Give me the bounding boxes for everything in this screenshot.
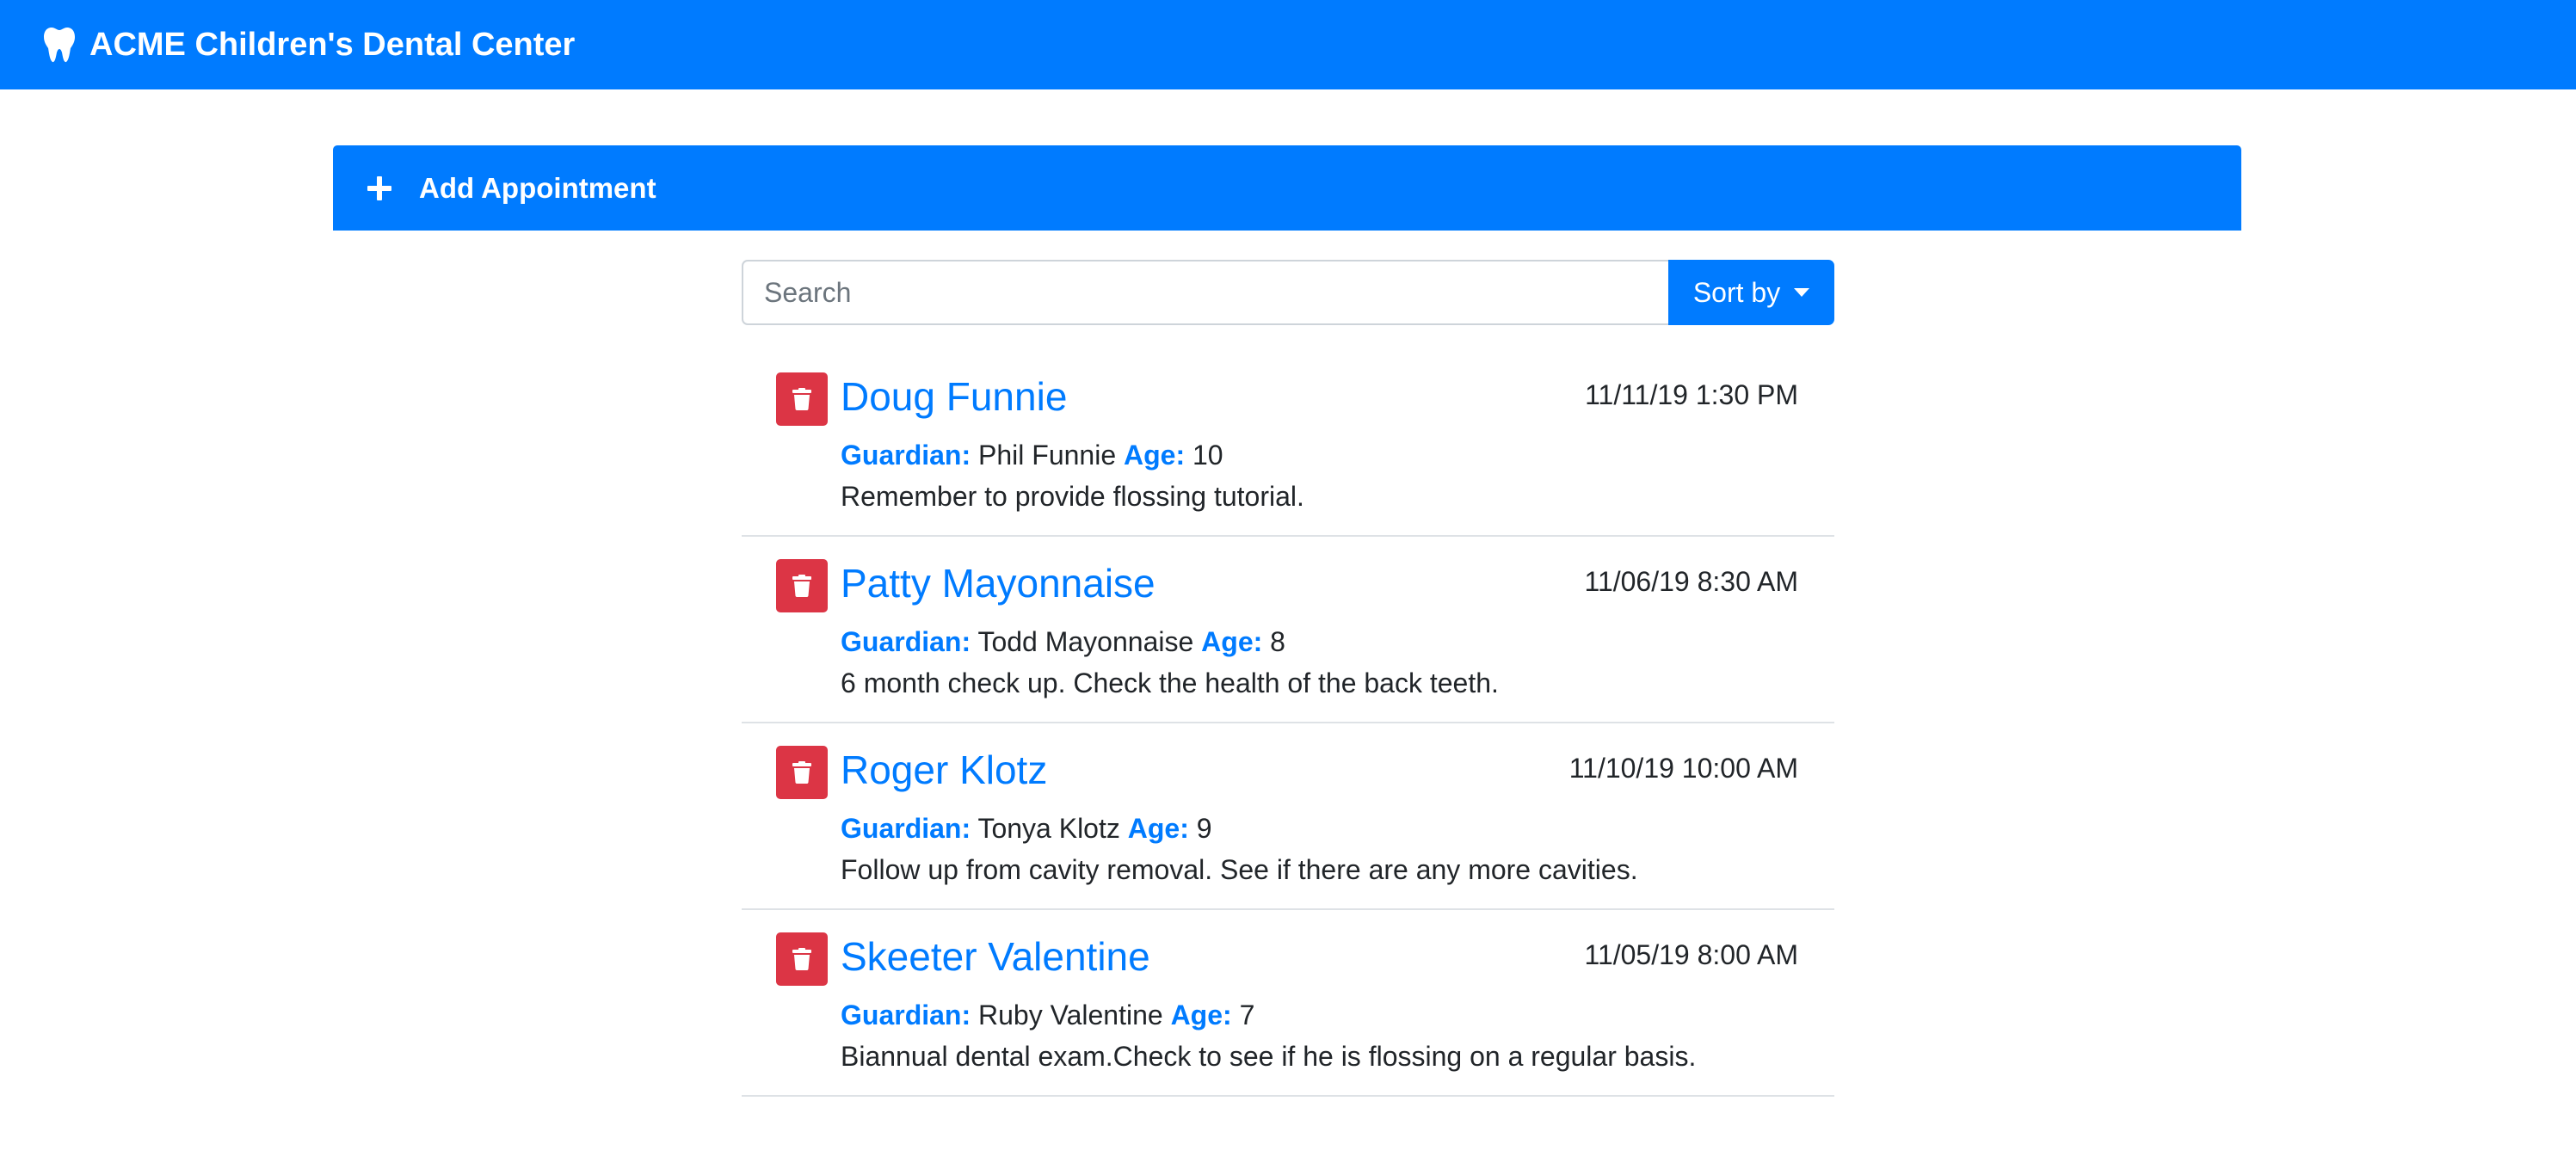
trash-icon <box>792 948 811 970</box>
appointment-notes: Biannual dental exam.Check to see if he … <box>841 1041 1697 1072</box>
appointment-date: 11/10/19 10:00 AM <box>1568 753 1798 784</box>
appointment-notes: Follow up from cavity removal. See if th… <box>841 854 1638 885</box>
plus-icon <box>367 175 391 200</box>
patient-name: Patty Mayonnaise <box>841 561 1156 606</box>
caret-down-icon <box>1794 288 1810 297</box>
trash-icon <box>792 388 811 410</box>
delete-button[interactable] <box>776 559 828 612</box>
appointment-date: 11/11/19 1:30 PM <box>1585 379 1798 410</box>
appointment-notes: 6 month check up. Check the health of th… <box>841 667 1499 698</box>
add-appointment-label: Add Appointment <box>419 171 656 204</box>
appointment-item: Doug Funnie 11/11/19 1:30 PM Guardian: P… <box>742 350 1834 537</box>
guardian-age-line: Guardian: Phil Funnie Age: 10 <box>841 438 1223 472</box>
brand-title[interactable]: ACME Children's Dental Center <box>89 27 575 64</box>
search-sort-group: Sort by <box>742 260 1834 325</box>
age-label: Age: <box>1201 626 1263 657</box>
add-appointment-button[interactable]: Add Appointment <box>333 145 2241 231</box>
age-value: 8 <box>1270 626 1285 657</box>
sort-by-dropdown-button[interactable]: Sort by <box>1668 260 1834 325</box>
age-value: 10 <box>1192 440 1223 471</box>
guardian-name: Ruby Valentine <box>978 1000 1163 1030</box>
guardian-age-line: Guardian: Tonya Klotz Age: 9 <box>841 811 1212 846</box>
patient-name: Skeeter Valentine <box>841 934 1150 979</box>
sort-by-label: Sort by <box>1692 276 1781 308</box>
age-label: Age: <box>1170 1000 1232 1030</box>
guardian-age-line: Guardian: Todd Mayonnaise Age: 8 <box>841 624 1285 659</box>
age-label: Age: <box>1124 440 1186 471</box>
age-label: Age: <box>1127 813 1189 844</box>
guardian-name: Phil Funnie <box>978 440 1117 471</box>
appointment-item: Skeeter Valentine 11/05/19 8:00 AM Guard… <box>742 910 1834 1097</box>
appointment-notes: Remember to provide flossing tutorial. <box>841 481 1304 512</box>
trash-icon <box>792 575 811 597</box>
appointment-item: Patty Mayonnaise 11/06/19 8:30 AM Guardi… <box>742 537 1834 723</box>
patient-name: Roger Klotz <box>841 747 1048 792</box>
guardian-age-line: Guardian: Ruby Valentine Age: 7 <box>841 998 1254 1032</box>
tooth-icon <box>44 28 75 63</box>
guardian-name: Todd Mayonnaise <box>977 626 1194 657</box>
delete-button[interactable] <box>776 372 828 426</box>
age-value: 9 <box>1196 813 1212 844</box>
guardian-name: Tonya Klotz <box>977 813 1120 844</box>
delete-button[interactable] <box>776 932 828 986</box>
age-value: 7 <box>1239 1000 1255 1030</box>
top-navbar: ACME Children's Dental Center <box>0 0 2576 89</box>
appointment-item: Roger Klotz 11/10/19 10:00 AM Guardian: … <box>742 723 1834 910</box>
guardian-label: Guardian: <box>841 626 971 657</box>
appointment-list: Doug Funnie 11/11/19 1:30 PM Guardian: P… <box>742 350 1834 1097</box>
patient-name: Doug Funnie <box>841 374 1068 419</box>
search-input[interactable] <box>742 260 1668 325</box>
appointment-date: 11/06/19 8:30 AM <box>1584 566 1798 597</box>
guardian-label: Guardian: <box>841 1000 971 1030</box>
guardian-label: Guardian: <box>841 440 971 471</box>
appointment-date: 11/05/19 8:00 AM <box>1584 939 1798 970</box>
trash-icon <box>792 761 811 784</box>
guardian-label: Guardian: <box>841 813 971 844</box>
delete-button[interactable] <box>776 746 828 799</box>
